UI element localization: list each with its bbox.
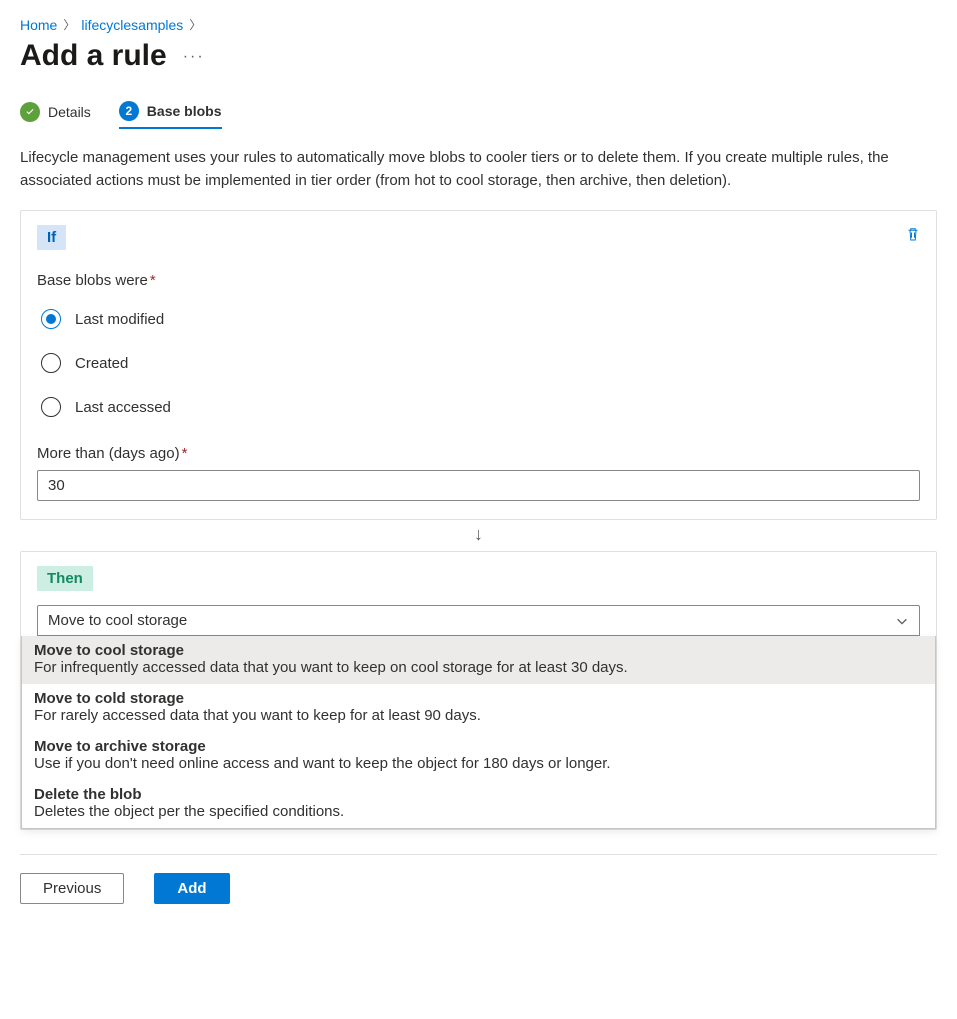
previous-button[interactable]: Previous [20,873,124,904]
radio-icon [41,353,61,373]
page-description: Lifecycle management uses your rules to … [20,147,937,192]
breadcrumb-item[interactable]: lifecyclesamples [81,17,183,33]
breadcrumb: Home 〉 lifecyclesamples 〉 [20,16,937,33]
days-input[interactable] [37,470,920,501]
then-action-card: Then Move to cool storage Move to cool s… [20,551,937,830]
chevron-right-icon: 〉 [189,16,201,33]
dropdown-option-cool[interactable]: Move to cool storage For infrequently ac… [22,636,935,684]
arrow-down-icon: ↓ [20,520,937,551]
radio-last-accessed-label: Last accessed [75,399,171,416]
delete-icon[interactable] [904,225,922,243]
dropdown-option-desc: Use if you don't need online access and … [34,755,923,772]
breadcrumb-home[interactable]: Home [20,17,57,33]
dropdown-option-delete[interactable]: Delete the blob Deletes the object per t… [22,780,935,828]
dropdown-option-desc: Deletes the object per the specified con… [34,803,923,820]
radio-created[interactable]: Created [41,353,920,373]
dropdown-option-title: Delete the blob [34,786,923,803]
dropdown-option-title: Move to cool storage [34,642,923,659]
radio-created-label: Created [75,355,128,372]
radio-last-accessed[interactable]: Last accessed [41,397,920,417]
dropdown-option-archive[interactable]: Move to archive storage Use if you don't… [22,732,935,780]
check-icon [20,102,40,122]
action-dropdown-value: Move to cool storage [48,612,187,629]
add-button[interactable]: Add [154,873,229,904]
radio-last-modified-label: Last modified [75,311,164,328]
footer-buttons: Previous Add [20,873,937,904]
divider [20,854,937,855]
base-blobs-were-label: Base blobs were* [37,272,920,289]
if-condition-card: If Base blobs were* Last modified Create… [20,210,937,520]
chevron-right-icon: 〉 [63,16,75,33]
dropdown-option-cold[interactable]: Move to cold storage For rarely accessed… [22,684,935,732]
days-label: More than (days ago)* [37,445,920,462]
action-dropdown[interactable]: Move to cool storage [37,605,920,636]
page-title: Add a rule [20,39,167,73]
radio-icon [41,309,61,329]
if-keyword: If [37,225,66,250]
action-dropdown-list: Move to cool storage For infrequently ac… [21,636,936,829]
more-actions-button[interactable]: ··· [183,48,205,66]
tab-details-label: Details [48,104,91,120]
tab-base-blobs[interactable]: 2 Base blobs [119,101,222,129]
base-blobs-radio-group: Last modified Created Last accessed [41,309,920,417]
then-keyword: Then [37,566,93,591]
dropdown-option-desc: For infrequently accessed data that you … [34,659,923,676]
dropdown-option-desc: For rarely accessed data that you want t… [34,707,923,724]
dropdown-option-title: Move to archive storage [34,738,923,755]
radio-last-modified[interactable]: Last modified [41,309,920,329]
chevron-down-icon [895,614,909,628]
dropdown-option-title: Move to cold storage [34,690,923,707]
tab-details[interactable]: Details [20,102,91,128]
step-number-icon: 2 [119,101,139,121]
tab-base-blobs-label: Base blobs [147,103,222,119]
radio-icon [41,397,61,417]
wizard-tabs: Details 2 Base blobs [20,101,937,129]
